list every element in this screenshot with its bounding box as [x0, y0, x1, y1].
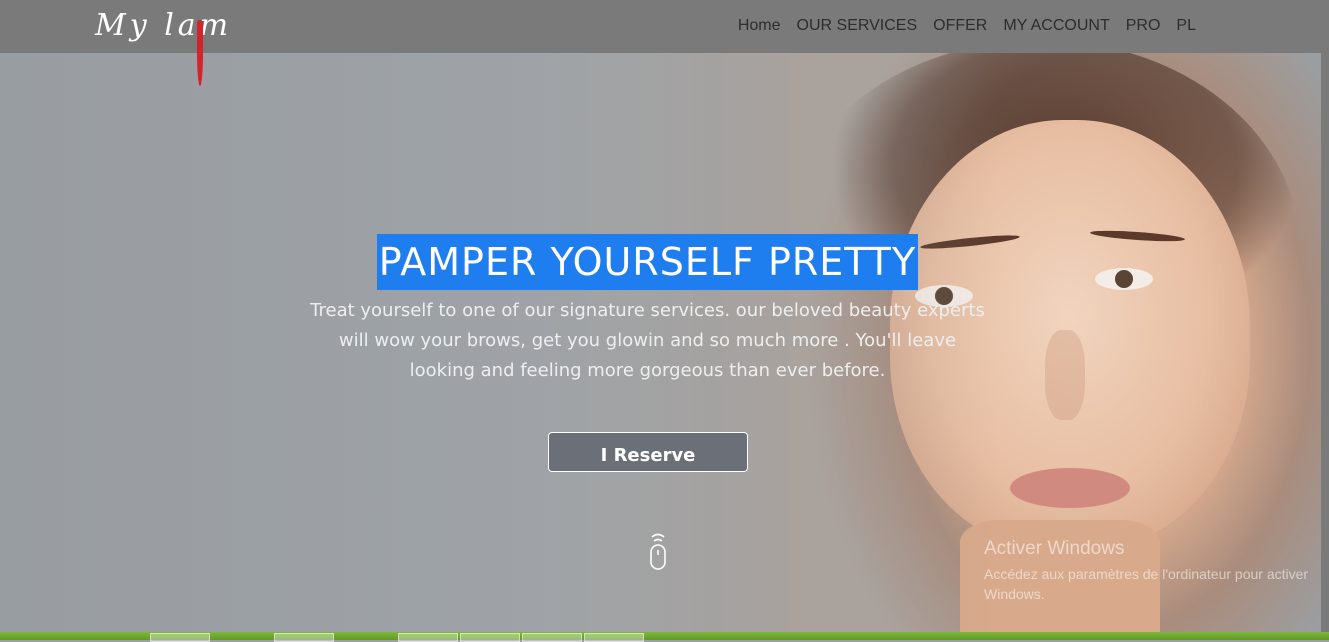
- os-taskbar: [0, 632, 1329, 642]
- nav-my-account[interactable]: MY ACCOUNT: [1003, 17, 1109, 35]
- watermark-subtitle: Accédez aux paramètres de l'ordinateur p…: [984, 566, 1309, 602]
- page-scrollbar[interactable]: [1321, 0, 1329, 632]
- hero-headline: PAMPER YOURSELF PRETTY: [377, 234, 918, 290]
- logo-text: My lam: [95, 8, 233, 43]
- nav-offer[interactable]: OFFER: [933, 17, 987, 35]
- logo-figure-icon: [197, 20, 203, 86]
- hero-subtext: Treat yourself to one of our signature s…: [310, 300, 985, 381]
- reserve-button[interactable]: I Reserve: [548, 432, 748, 472]
- nav-our-services[interactable]: OUR SERVICES: [797, 17, 918, 35]
- taskbar-item[interactable]: [522, 633, 582, 642]
- taskbar-item[interactable]: [274, 633, 334, 642]
- taskbar-item[interactable]: [398, 633, 458, 642]
- nav-language[interactable]: PL: [1176, 17, 1196, 35]
- nav-home[interactable]: Home: [738, 17, 781, 35]
- os-activation-watermark: Activer Windows Accédez aux paramètres d…: [984, 538, 1314, 604]
- watermark-title: Activer Windows: [984, 538, 1125, 559]
- taskbar-item[interactable]: [584, 633, 644, 642]
- mouse-scroll-icon[interactable]: [647, 531, 669, 571]
- taskbar-item[interactable]: [460, 633, 520, 642]
- taskbar-item[interactable]: [150, 633, 210, 642]
- main-nav: Home OUR SERVICES OFFER MY ACCOUNT PRO P…: [738, 17, 1196, 35]
- nav-pro[interactable]: PRO: [1126, 17, 1161, 35]
- brand-logo[interactable]: My lam: [95, 0, 270, 86]
